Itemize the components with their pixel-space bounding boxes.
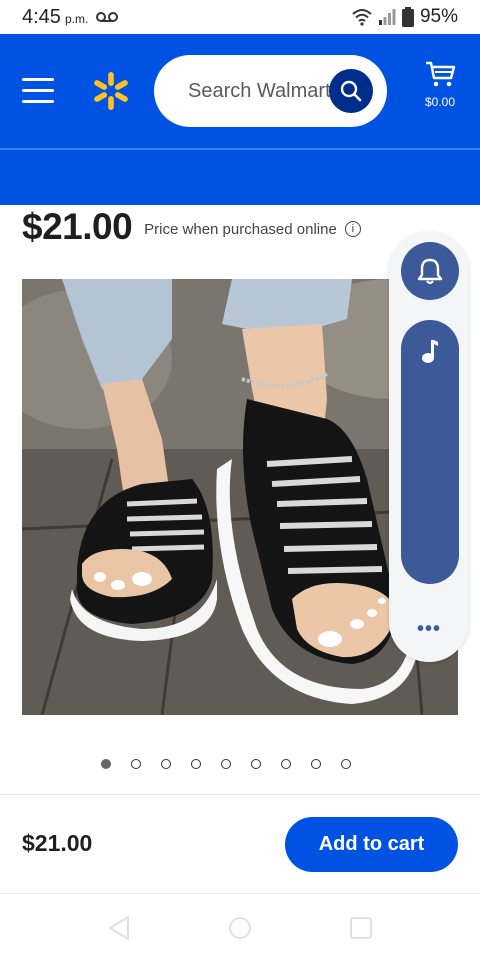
price-row: $21.00 Price when purchased online i bbox=[22, 206, 361, 248]
music-note-icon bbox=[422, 340, 438, 363]
header-subbar bbox=[0, 150, 480, 205]
add-to-cart-button[interactable]: Add to cart bbox=[285, 817, 458, 872]
back-icon[interactable] bbox=[107, 915, 131, 941]
notification-button[interactable] bbox=[401, 242, 459, 300]
wifi-icon bbox=[352, 9, 372, 26]
carousel-dot[interactable] bbox=[161, 759, 171, 769]
carousel-dot[interactable] bbox=[131, 759, 141, 769]
app-header: $0.00 bbox=[0, 34, 480, 150]
recents-icon[interactable] bbox=[349, 916, 373, 940]
carousel-dot[interactable] bbox=[221, 759, 231, 769]
carousel-dot[interactable] bbox=[281, 759, 291, 769]
system-nav-bar bbox=[0, 894, 480, 960]
search-button[interactable] bbox=[329, 69, 373, 113]
signal-icon bbox=[378, 9, 396, 25]
search-icon bbox=[340, 80, 362, 102]
home-icon[interactable] bbox=[228, 916, 252, 940]
floating-side-panel: ••• bbox=[389, 232, 469, 662]
more-options-icon[interactable]: ••• bbox=[417, 618, 441, 641]
carousel-dot[interactable] bbox=[101, 759, 111, 769]
cart-icon bbox=[426, 61, 456, 87]
status-ampm: p.m. bbox=[64, 11, 89, 26]
image-carousel-indicator bbox=[101, 759, 351, 769]
battery-percentage: 95% bbox=[419, 6, 458, 27]
menu-icon[interactable] bbox=[22, 78, 54, 104]
search-bar[interactable] bbox=[154, 55, 387, 127]
walmart-spark-icon[interactable] bbox=[90, 70, 132, 112]
carousel-dot[interactable] bbox=[311, 759, 321, 769]
product-price: $21.00 bbox=[22, 206, 133, 247]
price-note: Price when purchased online bbox=[144, 220, 337, 238]
bottom-price: $21.00 bbox=[22, 830, 93, 856]
carousel-dot[interactable] bbox=[251, 759, 261, 769]
bell-icon bbox=[417, 258, 443, 285]
carousel-dot[interactable] bbox=[191, 759, 201, 769]
music-slider[interactable] bbox=[401, 320, 459, 584]
carousel-dot[interactable] bbox=[341, 759, 351, 769]
cart-button[interactable]: $0.00 bbox=[416, 60, 464, 109]
divider bbox=[0, 794, 480, 795]
status-time: 4:45 bbox=[22, 5, 61, 28]
voicemail-icon bbox=[96, 11, 119, 22]
info-icon[interactable]: i bbox=[344, 221, 361, 237]
status-bar: 4:45 p.m. 95% bbox=[0, 0, 480, 34]
cart-amount: $0.00 bbox=[424, 95, 456, 109]
battery-icon bbox=[401, 7, 414, 27]
search-input[interactable] bbox=[186, 78, 340, 104]
